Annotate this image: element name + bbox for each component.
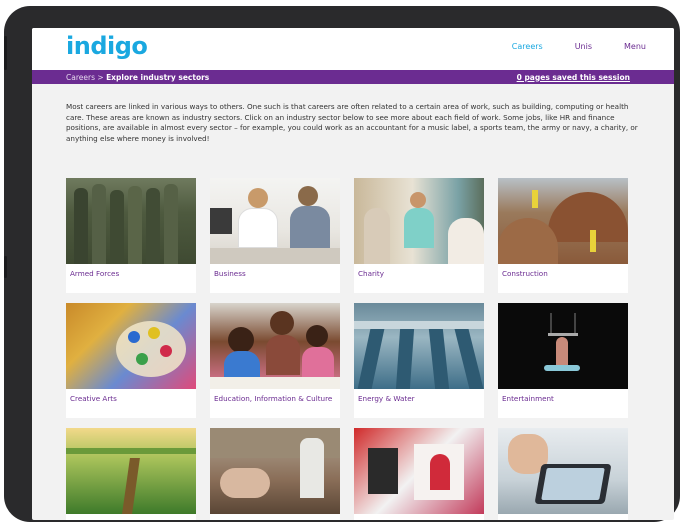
nav-menu[interactable]: Menu: [624, 42, 646, 51]
nav-careers[interactable]: Careers: [512, 42, 543, 51]
sector-card-animals[interactable]: [210, 428, 340, 520]
sector-grid: Armed Forces Business Charity Constructi…: [66, 178, 628, 520]
creative-arts-image: [66, 303, 196, 389]
pages-saved-link[interactable]: 0 pages saved this session: [517, 73, 630, 82]
tablet-side-button: [4, 256, 7, 278]
crop-field-image: [66, 428, 196, 514]
indigo-logo[interactable]: indigo: [66, 32, 148, 60]
breadcrumb-separator: >: [97, 72, 104, 82]
sector-label: Energy & Water: [358, 394, 415, 403]
tablet-finance-image: [498, 428, 628, 514]
sector-card-design[interactable]: [354, 428, 484, 520]
sector-card-construction[interactable]: Construction: [498, 178, 628, 293]
main-nav: Careers Unis Menu: [480, 42, 646, 51]
sector-card-education[interactable]: Education, Information & Culture: [210, 303, 340, 418]
sector-label: Business: [214, 269, 246, 278]
sector-card-creative-arts[interactable]: Creative Arts: [66, 303, 196, 418]
nav-unis[interactable]: Unis: [575, 42, 592, 51]
breadcrumb-bar: Careers > Explore industry sectors 0 pag…: [32, 70, 674, 84]
charity-image: [354, 178, 484, 264]
tablet-frame: indigo Careers Unis Menu Careers > Explo…: [4, 6, 680, 522]
pigs-image: [210, 428, 340, 514]
sector-card-energy-water[interactable]: Energy & Water: [354, 303, 484, 418]
armed-forces-image: [66, 178, 196, 264]
construction-image: [498, 178, 628, 264]
breadcrumb-careers-link[interactable]: Careers: [66, 73, 95, 82]
sector-card-armed-forces[interactable]: Armed Forces: [66, 178, 196, 293]
sector-card-agriculture[interactable]: [66, 428, 196, 520]
tablet-side-button: [4, 36, 7, 70]
browser-screen: indigo Careers Unis Menu Careers > Explo…: [32, 28, 674, 520]
breadcrumb: Careers > Explore industry sectors: [66, 73, 209, 82]
sector-label: Creative Arts: [70, 394, 117, 403]
sector-label: Charity: [358, 269, 385, 278]
sector-card-charity[interactable]: Charity: [354, 178, 484, 293]
sector-label: Entertainment: [502, 394, 554, 403]
energy-water-image: [354, 303, 484, 389]
business-image: [210, 178, 340, 264]
site-header: indigo Careers Unis Menu: [32, 28, 674, 70]
fashion-sketch-image: [354, 428, 484, 514]
sector-label: Armed Forces: [70, 269, 120, 278]
education-image: [210, 303, 340, 389]
sector-card-finance[interactable]: [498, 428, 628, 520]
sector-label: Education, Information & Culture: [214, 394, 333, 403]
sector-card-business[interactable]: Business: [210, 178, 340, 293]
breadcrumb-current: Explore industry sectors: [106, 72, 210, 82]
intro-text: Most careers are linked in various ways …: [66, 102, 638, 143]
entertainment-image: [498, 303, 628, 389]
sector-card-entertainment[interactable]: Entertainment: [498, 303, 628, 418]
sector-label: Construction: [502, 269, 548, 278]
